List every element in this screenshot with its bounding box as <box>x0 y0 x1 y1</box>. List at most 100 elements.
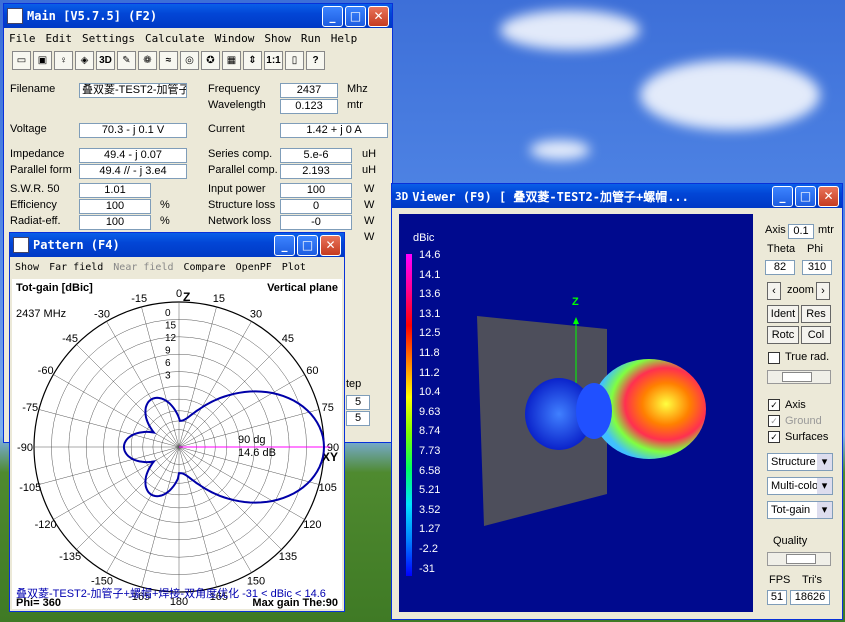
quality-label: Quality <box>773 535 808 547</box>
viewer-prefix: 3D <box>395 189 409 203</box>
res-button[interactable]: Res <box>801 305 831 323</box>
voltage-label: Voltage <box>10 123 47 135</box>
menu-show[interactable]: Show <box>15 262 39 273</box>
pattern-icon[interactable]: ◎ <box>180 50 199 70</box>
axis-checkbox[interactable]: ✓ <box>768 399 780 411</box>
angle-label: -30 <box>94 309 110 321</box>
quality-slider[interactable] <box>767 552 831 566</box>
filename-field[interactable]: 叠双菱-TEST2-加管子 <box>79 83 187 98</box>
color-mode-select[interactable]: Multi-colo <box>767 477 833 495</box>
network-loss-label: Network loss <box>208 215 271 227</box>
lobe-neck <box>576 383 612 439</box>
menu-edit[interactable]: Edit <box>46 32 73 45</box>
polar-spoke <box>141 446 180 588</box>
menu-help[interactable]: Help <box>331 32 358 45</box>
col-button[interactable]: Col <box>801 326 831 344</box>
sweep-icon[interactable]: ⇕ <box>243 50 262 70</box>
wavelength-label: Wavelength <box>208 99 266 111</box>
save-icon[interactable]: ▣ <box>33 50 52 70</box>
ground-checkbox[interactable]: ✓ <box>768 415 780 427</box>
menu-run[interactable]: Run <box>301 32 321 45</box>
efficiency-unit: % <box>160 199 170 211</box>
surfaces-checkbox[interactable]: ✓ <box>768 431 780 443</box>
book-icon[interactable]: ▯ <box>285 50 304 70</box>
series-comp-field: 5.e-6 <box>280 148 352 163</box>
edit-icon[interactable]: ✎ <box>117 50 136 70</box>
theta-field[interactable]: 82 <box>765 260 795 275</box>
frequency-label: Frequency <box>208 83 260 95</box>
menu-openpf[interactable]: OpenPF <box>236 262 272 273</box>
minimize-icon[interactable]: _ <box>772 185 793 207</box>
wave-icon[interactable]: ≈ <box>159 50 178 70</box>
pattern-app-icon <box>13 237 29 253</box>
polar-spoke <box>53 374 180 448</box>
efficiency-field: 100 <box>79 199 151 214</box>
extra-unit: W <box>364 231 375 243</box>
minimize-icon[interactable]: _ <box>322 5 343 27</box>
viewer-title: Viewer (F9) [ 叠双菱-TEST2-加管子+螺帽... <box>412 189 689 204</box>
zoom-in-button[interactable]: › <box>816 282 830 300</box>
viewer-titlebar[interactable]: 3D Viewer (F9) [ 叠双菱-TEST2-加管子+螺帽... _ □… <box>392 184 842 208</box>
polar-spoke <box>178 306 217 448</box>
view-3d-button[interactable]: 3D <box>96 50 115 70</box>
menu-near-field[interactable]: Near field <box>113 262 173 273</box>
geometry-icon[interactable]: ♀ <box>54 50 73 70</box>
wavelength-field: 0.123 <box>280 99 338 114</box>
rad-slider[interactable] <box>767 370 831 384</box>
gain-type-select[interactable]: Tot-gain <box>767 501 833 519</box>
menu-file[interactable]: File <box>9 32 36 45</box>
optimize-icon[interactable]: ✪ <box>201 50 220 70</box>
pattern-titlebar[interactable]: Pattern (F4) _ □ ✕ <box>10 233 344 257</box>
menu-settings[interactable]: Settings <box>82 32 135 45</box>
maximize-icon[interactable]: □ <box>795 185 816 207</box>
zoom-out-button[interactable]: ‹ <box>767 282 781 300</box>
main-titlebar[interactable]: Main [V5.7.5] (F2) _ □ ✕ <box>4 4 392 28</box>
axis-label: Axis <box>765 224 786 236</box>
angle-label: 0 <box>176 288 182 300</box>
angle-label: -135 <box>59 551 81 563</box>
menu-window[interactable]: Window <box>215 32 255 45</box>
gain-label: Tot-gain [dBic] <box>16 282 93 294</box>
polar-spoke <box>38 409 180 448</box>
menu-far-field[interactable]: Far field <box>49 262 103 273</box>
menu-show[interactable]: Show <box>264 32 291 45</box>
open-folder-icon[interactable]: ▭ <box>12 50 31 70</box>
cube-icon[interactable]: ◈ <box>75 50 94 70</box>
scale-button[interactable]: 1:1 <box>264 50 283 70</box>
series-unit: uH <box>362 148 377 160</box>
maximize-icon[interactable]: □ <box>297 234 318 256</box>
main-toolbar: ▭ ▣ ♀ ◈ 3D ✎ ❁ ≈ ◎ ✪ ▦ ⇕ 1:1 ▯ ? <box>4 48 392 72</box>
help-icon[interactable]: ? <box>306 50 325 70</box>
angle-label: 120 <box>303 519 321 531</box>
menu-compare[interactable]: Compare <box>184 262 226 273</box>
angle-label: 105 <box>319 482 337 494</box>
close-icon[interactable]: ✕ <box>818 185 839 207</box>
radiat-eff-field: 100 <box>79 215 151 230</box>
currents-icon[interactable]: ❁ <box>138 50 157 70</box>
impedance-field: 49.4 - j 0.07 <box>79 148 187 163</box>
step-field-1[interactable]: 5 <box>346 395 370 410</box>
close-icon[interactable]: ✕ <box>368 5 389 27</box>
tris-field: 18626 <box>790 590 830 605</box>
maximize-icon[interactable]: □ <box>345 5 366 27</box>
structure-select[interactable]: Structure <box>767 453 833 471</box>
true-rad-checkbox[interactable] <box>768 352 780 364</box>
ident-button[interactable]: Ident <box>767 305 799 323</box>
3d-scene <box>477 316 706 526</box>
minimize-icon[interactable]: _ <box>274 234 295 256</box>
calculator-icon[interactable]: ▦ <box>222 50 241 70</box>
rotc-button[interactable]: Rotc <box>767 326 799 344</box>
3d-viewport[interactable]: dBic 14.6 14.1 13.6 13.1 12.5 11.8 11.2 10.4 9.6… <box>399 214 753 612</box>
ring-label: 15 <box>165 321 177 332</box>
menu-plot[interactable]: Plot <box>282 262 306 273</box>
input-power-field: 100 <box>280 183 352 198</box>
axis-field[interactable]: 0.1 <box>788 224 814 239</box>
step-field-2[interactable]: 5 <box>346 411 370 426</box>
menu-calculate[interactable]: Calculate <box>145 32 205 45</box>
close-icon[interactable]: ✕ <box>320 234 341 256</box>
impedance-label: Impedance <box>10 148 65 160</box>
freq-label: 2437 MHz <box>16 308 67 320</box>
ring-label: 9 <box>165 346 171 357</box>
frequency-field[interactable]: 2437 <box>280 83 338 98</box>
phi-field[interactable]: 310 <box>802 260 832 275</box>
